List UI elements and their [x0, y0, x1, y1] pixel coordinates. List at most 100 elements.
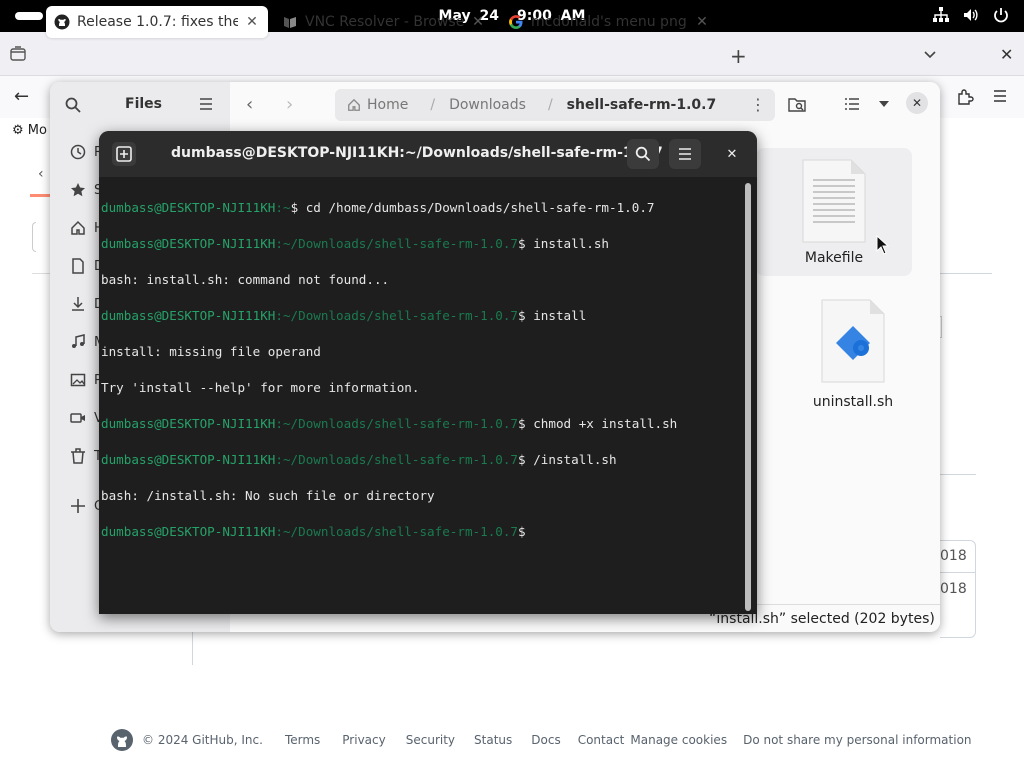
footer-link-manage-cookies[interactable]: Manage cookies [630, 733, 727, 747]
tab-github-release[interactable]: Release 1.0.7: fixes the fu ✕ [46, 6, 268, 38]
terminal-menu-button[interactable] [669, 139, 701, 169]
mouse-cursor-icon [876, 235, 890, 255]
sidebar-item-starred[interactable]: S [70, 182, 102, 198]
bookmark-item[interactable]: ⚙ Mo [12, 123, 47, 138]
terminal-line: dumbass@DESKTOP-NJI11KH:~/Downloads/shel… [101, 236, 610, 251]
forward-icon[interactable]: › [286, 94, 293, 115]
terminal-line: dumbass@DESKTOP-NJI11KH:~/Downloads/shel… [101, 416, 678, 431]
footer-copyright: © 2024 GitHub, Inc. [142, 733, 263, 747]
files-header-bar: ‹ › Home / Downloads / shell-safe-rm-1.0… [230, 82, 940, 128]
divider [32, 273, 52, 274]
github-footer: © 2024 GitHub, Inc. Terms Privacy Securi… [110, 728, 972, 752]
file-item-uninstall[interactable]: uninstall.sh [786, 298, 920, 410]
footer-link-docs[interactable]: Docs [531, 733, 560, 747]
path-bar[interactable]: Home / Downloads / shell-safe-rm-1.0.7 [335, 89, 775, 121]
system-tray[interactable] [932, 6, 1010, 24]
text-file-icon [802, 159, 866, 243]
document-icon [72, 258, 84, 274]
footer-link-terms[interactable]: Terms [285, 733, 320, 747]
footer-link-privacy[interactable]: Privacy [342, 733, 385, 747]
file-item-makefile[interactable]: Makefile [756, 148, 912, 276]
terminal-line: Try 'install --help' for more informatio… [101, 380, 420, 395]
tab-close-icon[interactable]: ✕ [244, 14, 260, 30]
tab-google-search[interactable]: mcdonald's menu png - G ✕ [500, 6, 718, 38]
extensions-icon[interactable] [956, 88, 974, 106]
list-view-icon[interactable] [844, 96, 860, 112]
sidebar-item-pictures[interactable]: P [70, 372, 102, 388]
folder-search-icon[interactable] [788, 96, 806, 114]
terminal-line: bash: install.sh: command not found... [101, 272, 390, 287]
search-icon [635, 146, 651, 162]
hamburger-menu-icon [679, 148, 691, 160]
hamburger-menu-icon[interactable] [198, 96, 214, 112]
path-home[interactable]: Home [367, 97, 408, 113]
music-icon [72, 334, 85, 348]
hamburger-menu-icon[interactable] [992, 88, 1008, 104]
kebab-menu-icon[interactable]: ⋮ [750, 95, 766, 114]
browser-tab-bar [0, 32, 1024, 76]
terminal-output[interactable]: dumbass@DESKTOP-NJI11KH:~$ cd /home/dumb… [101, 181, 741, 577]
back-icon[interactable]: ‹ [246, 94, 253, 115]
home-icon [71, 220, 85, 235]
tab-vnc-resolver[interactable]: VNC Resolver - Browse ✕ [274, 6, 494, 38]
footer-link-security[interactable]: Security [406, 733, 455, 747]
sidebar-item-trash[interactable]: T [70, 448, 102, 464]
google-icon [509, 15, 523, 29]
home-icon [348, 98, 360, 111]
files-sidebar-header: Files [50, 82, 230, 128]
picture-icon [70, 373, 86, 387]
terminal-header-bar: dumbass@DESKTOP-NJI11KH:~/Downloads/shel… [99, 131, 757, 177]
files-app-title: Files [125, 96, 162, 112]
terminal-window: dumbass@DESKTOP-NJI11KH:~/Downloads/shel… [99, 131, 757, 614]
github-input-edge [32, 222, 36, 252]
close-icon[interactable]: ✕ [721, 144, 743, 166]
new-tab-icon[interactable] [112, 142, 136, 166]
footer-link-do-not-share[interactable]: Do not share my personal information [743, 733, 971, 747]
asset-date: 018 [940, 548, 967, 564]
footer-link-contact[interactable]: Contact [578, 733, 625, 747]
tab-close-icon[interactable]: ✕ [694, 14, 710, 30]
divider [940, 474, 976, 475]
tab-list-icon[interactable] [8, 44, 28, 64]
divider [940, 273, 992, 274]
chevron-down-icon[interactable] [878, 98, 890, 110]
path-downloads[interactable]: Downloads [449, 97, 526, 113]
chevron-down-icon[interactable] [922, 46, 938, 62]
github-tab-underline [30, 194, 50, 197]
search-icon[interactable] [64, 96, 82, 114]
network-icon [933, 7, 949, 22]
asset-date: 018 [940, 581, 967, 597]
terminal-line: install: missing file operand [101, 344, 321, 359]
path-current-folder[interactable]: shell-safe-rm-1.0.7 [567, 97, 717, 113]
clock-icon [70, 144, 86, 160]
github-logo-icon[interactable] [110, 728, 134, 752]
terminal-line: dumbass@DESKTOP-NJI11KH:~/Downloads/shel… [101, 308, 587, 323]
terminal-line: dumbass@DESKTOP-NJI11KH:~/Downloads/shel… [101, 524, 534, 539]
back-arrow-icon[interactable]: ← [14, 86, 29, 107]
bookmark-label: Mo [27, 123, 47, 138]
power-icon [994, 8, 1008, 23]
terminal-line: bash: /install.sh: No such file or direc… [101, 488, 435, 503]
file-name: uninstall.sh [812, 394, 894, 410]
sidebar-item-videos[interactable]: V [70, 410, 103, 426]
github-icon [54, 14, 70, 30]
tab-title: mcdonald's menu png - G [531, 14, 688, 30]
download-icon [72, 297, 84, 311]
new-tab-button[interactable]: + [730, 44, 747, 68]
footer-link-status[interactable]: Status [474, 733, 512, 747]
script-file-icon [821, 299, 885, 383]
divider [940, 572, 976, 573]
tab-close-icon[interactable]: ✕ [470, 14, 486, 30]
tab-title: Release 1.0.7: fixes the fu [77, 14, 238, 30]
window-close-icon[interactable]: ✕ [1000, 45, 1013, 64]
terminal-scrollbar[interactable] [745, 183, 751, 611]
video-icon [70, 413, 85, 423]
star-icon [71, 183, 85, 197]
volume-icon [964, 9, 978, 21]
terminal-line: dumbass@DESKTOP-NJI11KH:~/Downloads/shel… [101, 452, 617, 467]
terminal-title: dumbass@DESKTOP-NJI11KH:~/Downloads/shel… [171, 145, 663, 161]
terminal-line: dumbass@DESKTOP-NJI11KH:~$ cd /home/dumb… [101, 200, 655, 215]
chevron-left-icon[interactable]: ‹ [38, 166, 44, 182]
terminal-search-button[interactable] [627, 139, 659, 169]
close-icon[interactable]: ✕ [906, 92, 928, 114]
